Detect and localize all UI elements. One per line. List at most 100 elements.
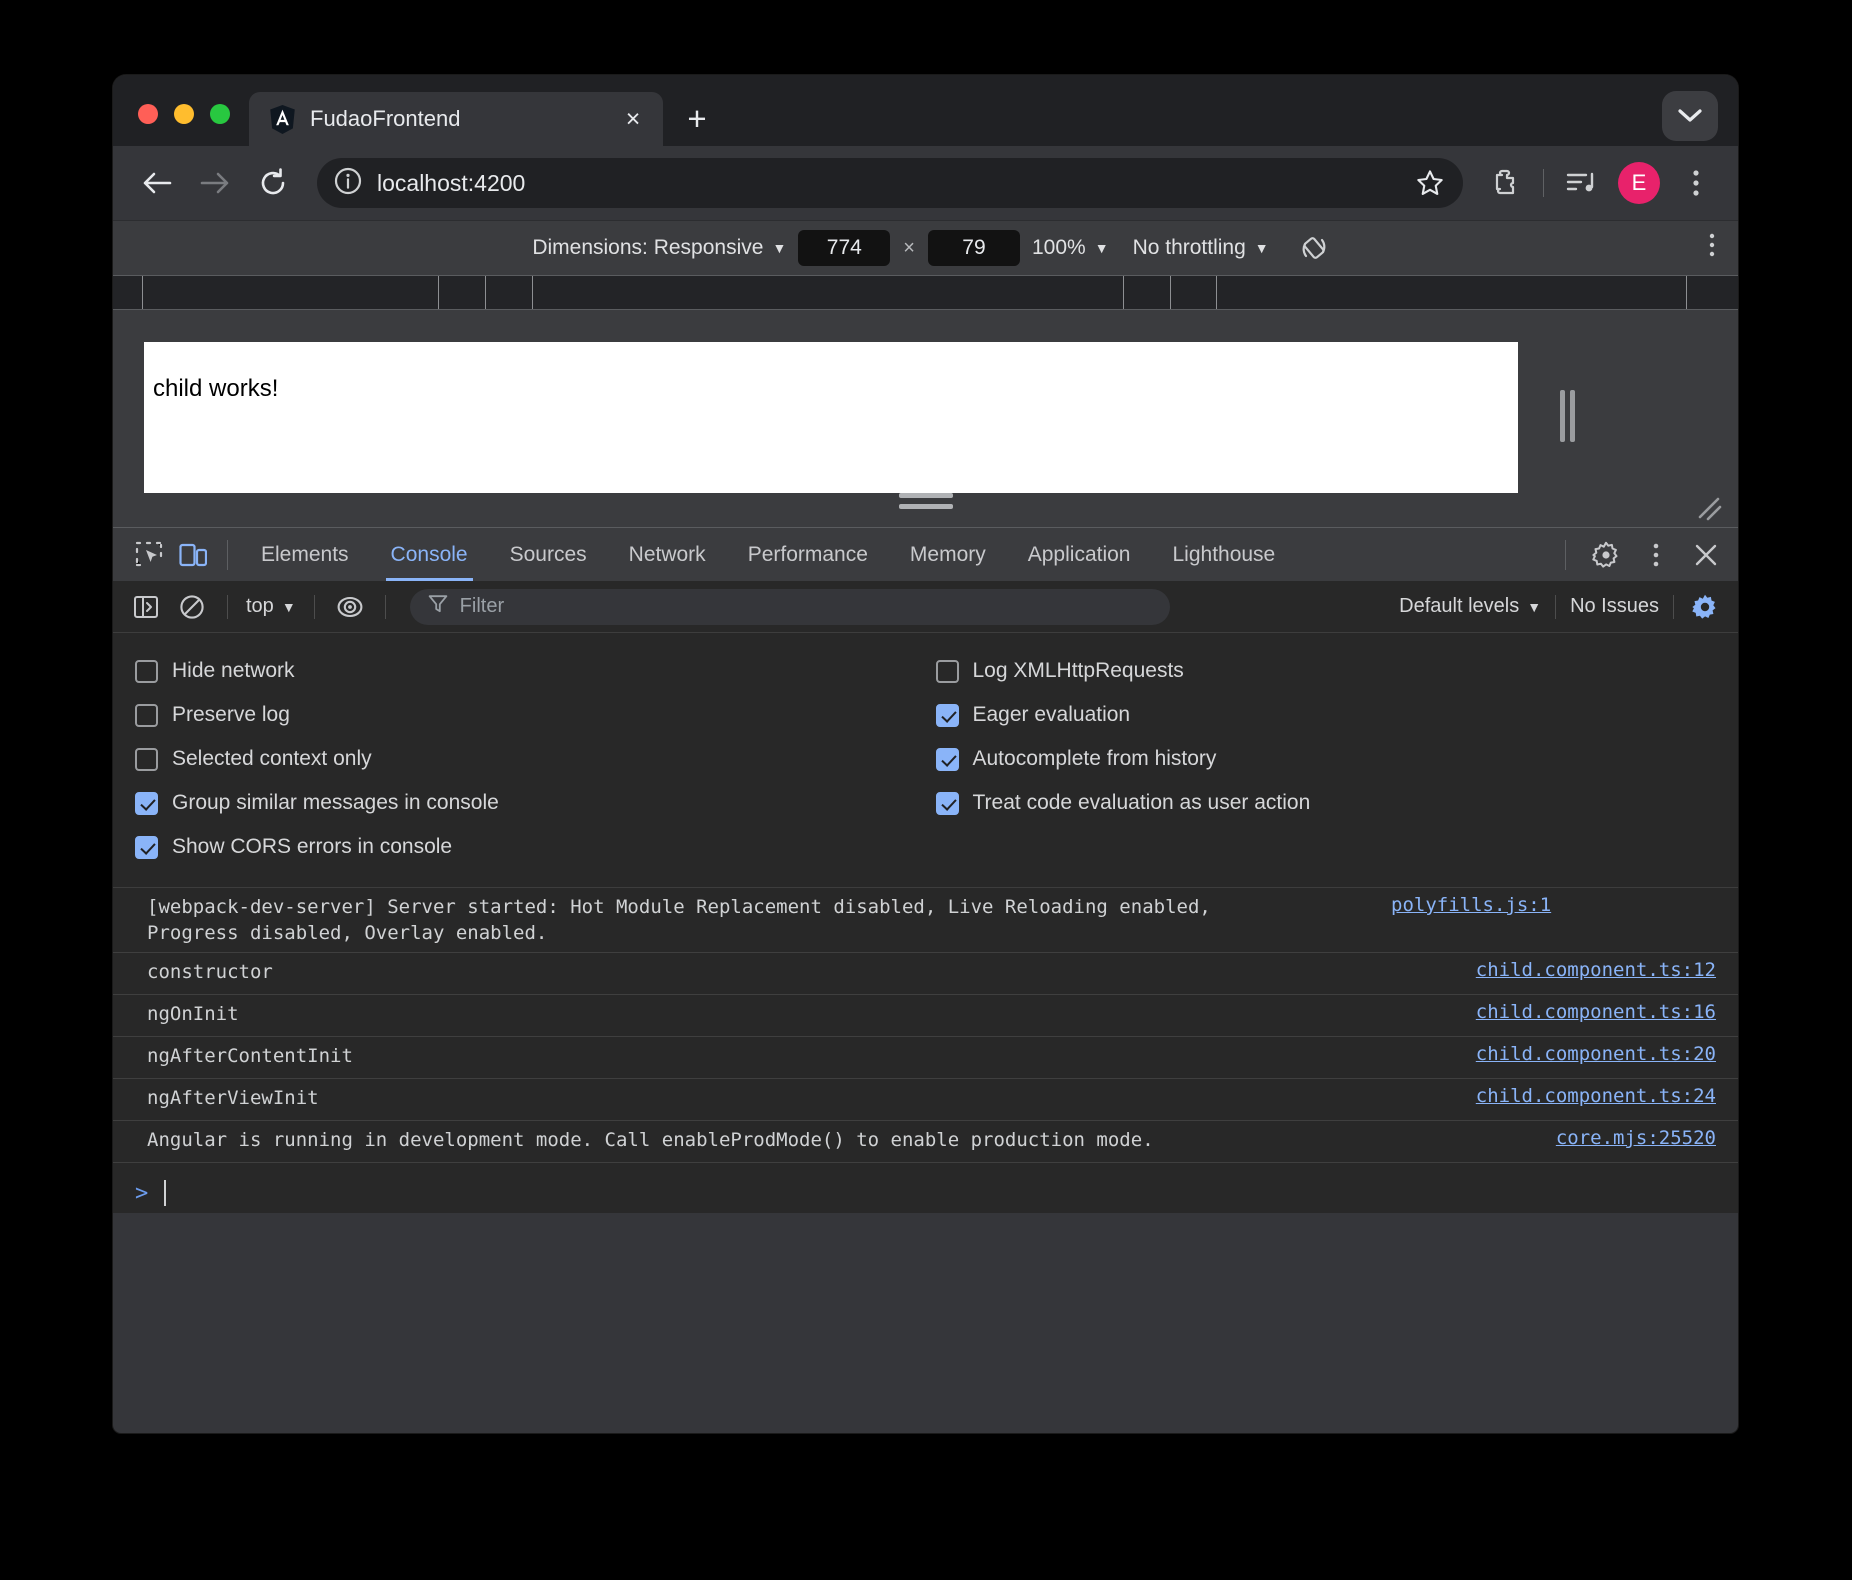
more-options-icon — [1708, 231, 1716, 259]
tab-application[interactable]: Application — [1007, 528, 1152, 581]
maximize-window-button[interactable] — [210, 104, 230, 124]
tab-sources[interactable]: Sources — [489, 528, 608, 581]
throttling-label: No throttling — [1133, 236, 1246, 260]
issues-counter[interactable]: No Issues — [1566, 595, 1663, 618]
console-filter-input[interactable]: Filter — [410, 589, 1170, 625]
device-preset-selector[interactable]: Dimensions: Responsive ▼ — [520, 236, 798, 260]
console-settings-pane: Hide network Preserve log Selected conte… — [113, 633, 1738, 888]
checkbox[interactable] — [936, 660, 959, 683]
tab-elements[interactable]: Elements — [240, 528, 370, 581]
checkbox[interactable] — [135, 660, 158, 683]
setting-autocomplete-from-history[interactable]: Autocomplete from history — [926, 737, 1739, 781]
checkbox[interactable] — [135, 704, 158, 727]
setting-group-similar-messages[interactable]: Group similar messages in console — [125, 781, 926, 825]
setting-eager-evaluation[interactable]: Eager evaluation — [926, 693, 1739, 737]
browser-menu-button[interactable] — [1672, 159, 1720, 207]
setting-treat-code-evaluation-as-user-action[interactable]: Treat code evaluation as user action — [926, 781, 1739, 825]
devtools-close-button[interactable] — [1684, 534, 1728, 576]
checkbox[interactable] — [135, 836, 158, 859]
viewport-height-input[interactable]: 79 — [928, 230, 1020, 266]
console-settings-button[interactable] — [1684, 587, 1726, 627]
address-bar-url[interactable]: localhost:4200 — [377, 170, 1395, 197]
console-message[interactable]: constructor child.component.ts:12 — [113, 953, 1738, 995]
rotate-device-button[interactable] — [1297, 231, 1331, 265]
tab-memory[interactable]: Memory — [889, 528, 1007, 581]
address-bar[interactable]: localhost:4200 — [317, 158, 1463, 208]
checkbox[interactable] — [936, 748, 959, 771]
info-circle-icon[interactable] — [333, 166, 363, 201]
viewport-width-input[interactable]: 774 — [798, 230, 890, 266]
console-sidebar-button[interactable] — [125, 587, 167, 627]
checkbox[interactable] — [135, 748, 158, 771]
checkbox[interactable] — [936, 792, 959, 815]
browser-toolbar: localhost:4200 E — [113, 146, 1738, 220]
resize-width-handle[interactable] — [1560, 390, 1576, 442]
setting-show-cors-errors[interactable]: Show CORS errors in console — [125, 825, 926, 869]
close-window-button[interactable] — [138, 104, 158, 124]
setting-label: Log XMLHttpRequests — [973, 659, 1184, 683]
setting-preserve-log[interactable]: Preserve log — [125, 693, 926, 737]
toggle-device-toolbar-button[interactable] — [171, 534, 215, 576]
setting-selected-context-only[interactable]: Selected context only — [125, 737, 926, 781]
console-message-list[interactable]: [webpack-dev-server] Server started: Hot… — [113, 888, 1738, 1213]
console-message-source-link[interactable]: child.component.ts:12 — [1476, 959, 1716, 981]
browser-tab[interactable]: FudaoFrontend × — [249, 92, 663, 146]
zoom-selector[interactable]: 100% ▼ — [1020, 236, 1121, 260]
console-message[interactable]: ngAfterViewInit child.component.ts:24 — [113, 1079, 1738, 1121]
throttling-selector[interactable]: No throttling ▼ — [1121, 236, 1281, 260]
console-message-source-link[interactable]: child.component.ts:24 — [1476, 1085, 1716, 1107]
resize-height-handle[interactable] — [899, 493, 953, 515]
bookmark-button[interactable] — [1409, 162, 1451, 204]
console-message[interactable]: Angular is running in development mode. … — [113, 1121, 1738, 1163]
page-content-text: child works! — [144, 342, 1518, 403]
reload-button[interactable] — [247, 157, 299, 209]
extensions-button[interactable] — [1481, 159, 1529, 207]
tab-performance[interactable]: Performance — [727, 528, 889, 581]
checkbox[interactable] — [135, 792, 158, 815]
zoom-label: 100% — [1032, 236, 1086, 260]
clear-console-icon — [179, 594, 205, 620]
inspect-element-button[interactable] — [127, 534, 171, 576]
resize-corner-handle[interactable] — [1696, 495, 1722, 521]
clear-console-button[interactable] — [171, 587, 213, 627]
console-message-source-link[interactable]: child.component.ts:16 — [1476, 1001, 1716, 1023]
devtools-more-button[interactable] — [1634, 534, 1678, 576]
console-message-source-link[interactable]: child.component.ts:20 — [1476, 1043, 1716, 1065]
back-button[interactable] — [131, 157, 183, 209]
viewport-ruler[interactable] — [113, 275, 1738, 310]
new-tab-button[interactable]: + — [675, 96, 719, 140]
devtools-settings-button[interactable] — [1584, 534, 1628, 576]
tab-title: FudaoFrontend — [310, 106, 603, 132]
tab-network[interactable]: Network — [608, 528, 727, 581]
media-control-button[interactable] — [1558, 159, 1606, 207]
rotate-device-icon — [1297, 231, 1331, 265]
tab-lighthouse[interactable]: Lighthouse — [1151, 528, 1296, 581]
close-tab-button[interactable]: × — [617, 103, 649, 135]
devtools-tab-bar-actions — [1553, 534, 1728, 576]
setting-log-xmlhttprequests[interactable]: Log XMLHttpRequests — [926, 649, 1739, 693]
console-prompt-chevron-icon: > — [135, 1181, 148, 1206]
console-message-text: ngOnInit — [147, 1001, 1452, 1027]
console-toolbar-divider — [385, 595, 386, 619]
profile-avatar[interactable]: E — [1618, 162, 1660, 204]
tab-search-button[interactable] — [1662, 91, 1718, 141]
forward-button[interactable] — [189, 157, 241, 209]
setting-hide-network[interactable]: Hide network — [125, 649, 926, 693]
log-levels-selector[interactable]: Default levels ▼ — [1395, 595, 1545, 618]
console-message[interactable]: [webpack-dev-server] Server started: Hot… — [113, 888, 1738, 953]
create-live-expression-button[interactable] — [329, 587, 371, 627]
console-message-source-link[interactable]: core.mjs:25520 — [1556, 1127, 1716, 1149]
console-prompt[interactable]: > — [113, 1163, 1738, 1213]
media-control-icon — [1566, 169, 1598, 197]
tab-console[interactable]: Console — [370, 528, 489, 581]
console-message-source-link[interactable]: polyfills.js:1 — [1391, 894, 1551, 916]
console-settings-left-column: Hide network Preserve log Selected conte… — [113, 649, 926, 869]
console-message[interactable]: ngAfterContentInit child.component.ts:20 — [113, 1037, 1738, 1079]
device-toolbar-more-button[interactable] — [1708, 231, 1716, 265]
minimize-window-button[interactable] — [174, 104, 194, 124]
execution-context-selector[interactable]: top ▼ — [242, 595, 300, 618]
page-frame: child works! — [144, 342, 1518, 493]
console-settings-right-column: Log XMLHttpRequests Eager evaluation Aut… — [926, 649, 1739, 869]
checkbox[interactable] — [936, 704, 959, 727]
console-message[interactable]: ngOnInit child.component.ts:16 — [113, 995, 1738, 1037]
